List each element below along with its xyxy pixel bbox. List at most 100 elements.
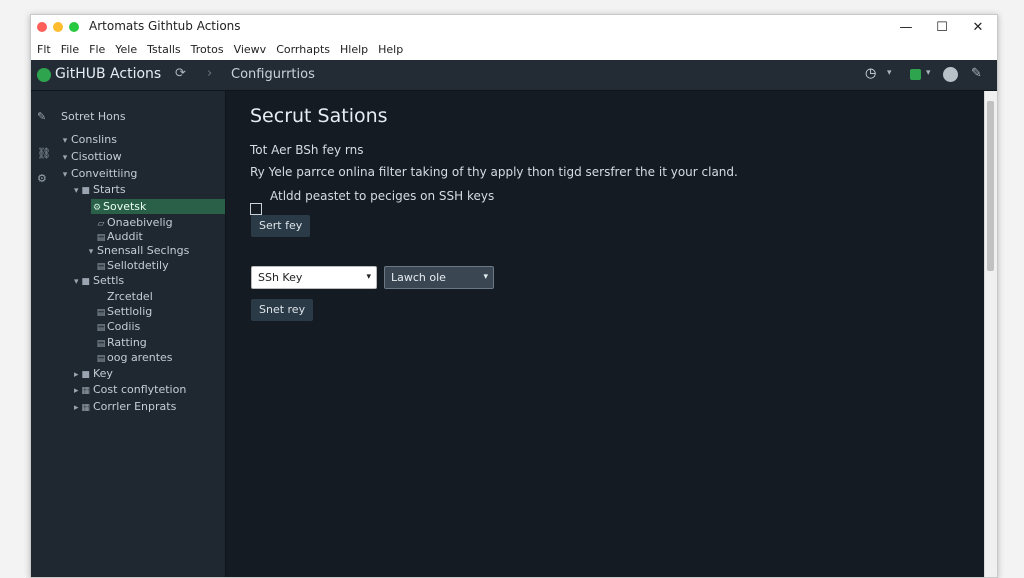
- vertical-scrollbar[interactable]: [984, 91, 997, 577]
- sidebar-item-label: Starts: [93, 183, 126, 196]
- sidebar-item[interactable]: ▤ Settlolig: [95, 304, 153, 319]
- link-icon[interactable]: ⛓: [37, 147, 51, 160]
- sidebar-item-label: Onaebivelig: [107, 216, 173, 229]
- file-icon: ▤: [96, 354, 106, 364]
- sidebar-item-label: Codiis: [107, 320, 141, 333]
- sidebar-item-selected[interactable]: ⚙ Sovetsk: [91, 199, 225, 214]
- sidebar-item[interactable]: ▤ oog arentes: [95, 350, 173, 365]
- set-key-button[interactable]: Sert fey: [251, 215, 311, 237]
- sidebar-item[interactable]: ▱ Onaebivelig: [95, 215, 173, 230]
- sidebar-item[interactable]: ▾ Cisottiow: [59, 149, 122, 164]
- menu-bar: Flt File Fle Yele Tstalls Trotos Viewv C…: [31, 39, 997, 61]
- folder-icon: ▸ ■: [74, 370, 90, 380]
- gear-icon: ⚙: [92, 203, 102, 213]
- chevron-down-icon: ▾: [62, 153, 68, 163]
- menu-item[interactable]: Viewv: [230, 43, 271, 56]
- sidebar-item[interactable]: ▸ ■ Key: [71, 366, 113, 381]
- key-type-value: SSh Key: [258, 271, 303, 284]
- main-panel: Secrut Sations Tot Aer BSh fey rns Ry Ye…: [226, 91, 984, 577]
- menu-item[interactable]: Tstalls: [143, 43, 185, 56]
- chevron-down-icon: ▾: [483, 272, 488, 282]
- sidebar-item-label: Ratting: [107, 336, 147, 349]
- sidebar-item-label: oog arentes: [107, 351, 173, 364]
- file-icon: ▤: [96, 323, 106, 333]
- sidebar-item[interactable]: ▾ Snensall Seclngs: [85, 243, 190, 258]
- sidebar-item-label: Settls: [93, 274, 125, 287]
- page-title: Secrut Sations: [250, 105, 388, 127]
- sidebar: ✎ ⛓ ⚙ Sotret Hons ▾ Conslins ▾ Cisottiow ▾…: [31, 91, 226, 577]
- app-toolbar: GitHUB Actions ⟳ › Configurrtios ◷ ▾ ▾ ✎: [31, 60, 997, 91]
- folder-icon: ▸ ▦: [74, 386, 90, 396]
- app-window: Artomats Githtub Actions — ☐ ✕ Flt File …: [30, 14, 998, 578]
- edit-icon[interactable]: ✎: [971, 66, 982, 81]
- menu-item[interactable]: Yele: [111, 43, 141, 56]
- sidebar-item-label: Sellotdetily: [107, 259, 169, 272]
- sidebar-item-label: Cost conflytetion: [93, 383, 187, 396]
- zoom-traffic-light[interactable]: [69, 22, 79, 32]
- sidebar-item[interactable]: ▤ Ratting: [95, 335, 147, 350]
- avatar-icon[interactable]: [943, 67, 958, 82]
- sidebar-item-label: Conveittiing: [71, 167, 138, 180]
- chevron-down-icon[interactable]: ▾: [887, 68, 892, 78]
- sidebar-item[interactable]: ▾ Conslins: [59, 132, 117, 147]
- sidebar-item[interactable]: ▸ ▦ Corrler Enprats: [71, 399, 176, 414]
- menu-item[interactable]: Flt: [33, 43, 55, 56]
- sidebar-item-label: Settlolig: [107, 305, 153, 318]
- minimize-icon[interactable]: —: [889, 15, 923, 39]
- key-type-select[interactable]: SSh Key ▾: [251, 266, 377, 289]
- sidebar-item-label: Sovetsk: [103, 200, 147, 213]
- sidebar-item-label: Conslins: [71, 133, 117, 146]
- close-icon[interactable]: ✕: [961, 15, 995, 39]
- chevron-down-icon[interactable]: ▾: [926, 68, 931, 78]
- sidebar-item[interactable]: Zrcetdel: [95, 289, 153, 304]
- menu-item[interactable]: Fle: [85, 43, 109, 56]
- save-key-button[interactable]: Snet rey: [251, 299, 314, 321]
- launch-select[interactable]: Lawch ole ▾: [384, 266, 494, 289]
- refresh-icon[interactable]: ⟳: [175, 66, 186, 81]
- checkbox-label[interactable]: Atldd peastet to peciges on SSH keys: [270, 189, 494, 203]
- menu-item[interactable]: File: [57, 43, 83, 56]
- sidebar-item-label: Key: [93, 367, 113, 380]
- sidebar-item[interactable]: ▤ Codiis: [95, 319, 141, 334]
- menu-item[interactable]: Trotos: [187, 43, 228, 56]
- sidebar-item-label: Sotret Hons: [61, 110, 126, 123]
- add-to-ssh-checkbox[interactable]: [250, 203, 262, 215]
- sidebar-item[interactable]: ▤ Auddit: [95, 229, 143, 244]
- section-subtitle: Tot Aer BSh fey rns: [250, 143, 364, 157]
- maximize-icon[interactable]: ☐: [925, 15, 959, 39]
- chevron-down-icon: ▾: [62, 170, 68, 180]
- github-logo-icon: [37, 68, 51, 82]
- folder-icon: ▾ ■: [74, 186, 90, 196]
- chevron-down-icon: ▾: [366, 272, 371, 282]
- menu-item[interactable]: Hlelp: [336, 43, 372, 56]
- sidebar-item[interactable]: ▾ Conveittiing: [59, 166, 138, 181]
- settings-icon[interactable]: ⚙: [37, 172, 47, 185]
- folder-icon: ▾ ■: [74, 277, 90, 287]
- breadcrumb[interactable]: Configurrtios: [231, 67, 315, 82]
- app-brand: GitHUB Actions: [55, 66, 162, 82]
- sidebar-item[interactable]: ▤ Sellotdetily: [95, 258, 169, 273]
- clock-icon[interactable]: ◷: [865, 66, 876, 81]
- title-bar: Artomats Githtub Actions — ☐ ✕: [31, 15, 997, 39]
- sidebar-item[interactable]: ▾ ■ Starts: [71, 182, 126, 197]
- window-title: Artomats Githtub Actions: [89, 19, 241, 33]
- chevron-right-icon: ›: [207, 66, 213, 81]
- edit-icon[interactable]: ✎: [37, 110, 46, 123]
- scrollbar-thumb[interactable]: [987, 101, 994, 271]
- menu-item[interactable]: Corrhapts: [272, 43, 334, 56]
- folder-icon: ▸ ▦: [74, 403, 90, 413]
- minimize-traffic-light[interactable]: [53, 22, 63, 32]
- sidebar-item[interactable]: Sotret Hons: [61, 109, 126, 124]
- sidebar-item-label: Auddit: [107, 230, 143, 243]
- sidebar-item-label: Snensall Seclngs: [97, 244, 190, 257]
- status-icon[interactable]: [910, 69, 921, 80]
- sidebar-item-label: Corrler Enprats: [93, 400, 177, 413]
- sidebar-item[interactable]: ▾ ■ Settls: [71, 273, 124, 288]
- close-traffic-light[interactable]: [37, 22, 47, 32]
- sidebar-item[interactable]: ▸ ▦ Cost conflytetion: [71, 382, 186, 397]
- menu-item[interactable]: Help: [374, 43, 407, 56]
- sidebar-item-label: Zrcetdel: [107, 290, 153, 303]
- launch-value: Lawch ole: [391, 271, 446, 284]
- sidebar-item-label: Cisottiow: [71, 150, 122, 163]
- chevron-down-icon: ▾: [62, 136, 68, 146]
